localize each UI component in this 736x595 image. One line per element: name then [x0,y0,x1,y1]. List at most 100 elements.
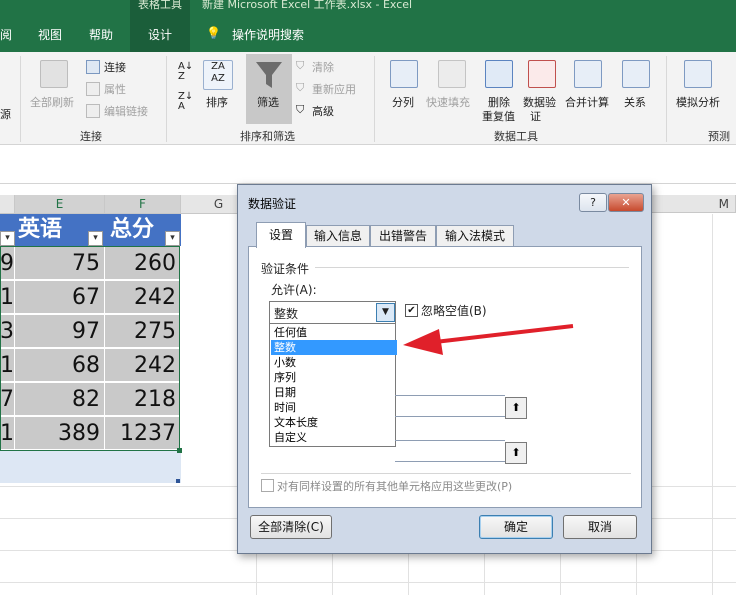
consolidate-button[interactable]: 合并计算 [565,94,609,110]
tab-ime-mode[interactable]: 输入法模式 [436,225,514,247]
filter-dropdown-icon[interactable]: ▾ [165,231,180,246]
settings-panel: 验证条件 允许(A): 整数 ▼ ✔ 忽略空值(B) 任何值 整数 小数 序列 … [248,246,642,508]
remove-duplicates-icon [485,60,513,88]
list-item[interactable]: 小数 [271,355,397,370]
allow-select[interactable]: 整数 ▼ [269,301,396,324]
data-validation-dialog: 数据验证 ? ✕ 设置 输入信息 出错警告 输入法模式 验证条件 允许(A): … [237,184,652,554]
refresh-all-button[interactable]: 全部刷新 [30,94,74,110]
consolidate-icon [574,60,602,88]
tab-settings[interactable]: 设置 [256,222,306,248]
cancel-button[interactable]: 取消 [563,515,637,539]
connections-icon [86,60,100,74]
ignore-blank-label: 忽略空值(B) [421,304,487,318]
what-if-analysis-button[interactable]: 模拟分析 [676,94,720,110]
connections-button[interactable]: 连接 [104,59,126,75]
group-label-forecast: 预测 [708,130,730,143]
range-field-edge [395,461,505,462]
filter-dropdown-icon[interactable]: ▾ [0,231,15,246]
ribbon-separator [666,56,667,142]
edit-links-button[interactable]: 编辑链接 [104,103,148,119]
text-to-columns-icon [390,60,418,88]
ribbon: 源 全部刷新 连接 属性 编辑链接 连接 A↓ Z Z↓ A ZA AZ 排序 筛选 … [0,52,736,145]
lightbulb-icon: 💡 [206,26,221,40]
tab-help[interactable]: 帮助 [89,26,113,46]
collapse-range-icon[interactable]: ⬆ [505,397,527,419]
tab-view[interactable]: 视图 [38,26,62,46]
fill-handle[interactable] [177,448,182,453]
range-field-edge [395,416,505,417]
ribbon-truncated-label: 源 [0,108,11,121]
selection-outline [0,246,180,451]
grid-line [712,214,713,595]
data-validation-line2[interactable]: 证 [530,108,541,124]
dialog-title: 数据验证 [248,197,297,211]
column-header-f[interactable]: F [105,195,181,214]
tell-me-search[interactable]: 操作说明搜索 [232,26,304,46]
column-header-e[interactable]: E [15,195,105,214]
relationships-icon [622,60,650,88]
ok-button[interactable]: 确定 [479,515,553,539]
relationships-button[interactable]: 关系 [624,94,646,110]
tab-review[interactable]: 阅 [0,26,12,46]
group-label-sort-filter: 排序和筛选 [240,130,295,143]
close-button[interactable]: ✕ [608,193,644,212]
ribbon-separator [374,56,375,142]
allow-label: 允许(A): [271,283,317,297]
reapply-icon: ⛉ [296,81,305,94]
ribbon-separator [166,56,167,142]
filter-funnel-icon [256,62,282,88]
ribbon-separator [20,56,21,142]
range-field-edge [395,395,505,396]
tab-error-alert[interactable]: 出错警告 [370,225,436,247]
column-header-d[interactable] [0,195,15,214]
formula-bar-area [0,145,736,184]
list-item[interactable]: 任何值 [271,325,397,340]
document-title: 新建 Microsoft Excel 工作表.xlsx - Excel [202,0,413,11]
tab-input-message[interactable]: 输入信息 [306,225,370,247]
refresh-all-icon [40,60,68,88]
help-button[interactable]: ? [579,193,607,212]
range-field-edge [395,440,505,441]
advanced-filter-button[interactable]: 高级 [312,103,334,119]
allow-select-value: 整数 [274,307,299,321]
panel-divider [261,473,631,474]
what-if-icon [684,60,712,88]
header-total: 总分 [110,217,155,242]
sort-za-icon[interactable]: Z↓ A [178,92,193,112]
grid-line [0,582,736,583]
table-total-row[interactable] [0,451,181,483]
properties-button[interactable]: 属性 [104,81,126,97]
reapply-button[interactable]: 重新应用 [312,81,356,97]
edit-links-icon [86,104,100,118]
table-resize-handle[interactable] [176,479,180,483]
data-validation-icon [528,60,556,88]
list-item[interactable]: 日期 [271,385,397,400]
tab-design[interactable]: 设计 [148,26,172,46]
ignore-blank-checkbox[interactable]: ✔ [405,304,418,317]
flash-fill-icon [438,60,466,88]
sort-button[interactable]: 排序 [206,94,228,110]
filter-dropdown-icon[interactable]: ▾ [88,231,103,246]
clear-filter-icon: ⛉ [296,59,305,72]
filter-button[interactable]: 筛选 [257,94,279,110]
sort-az-icon[interactable]: A↓ Z [178,62,193,82]
properties-icon [86,82,100,96]
chevron-down-icon[interactable]: ▼ [376,303,395,322]
flash-fill-button[interactable]: 快速填充 [426,94,470,110]
list-item[interactable]: 文本长度 [271,415,397,430]
allow-dropdown-list: 任何值 整数 小数 序列 日期 时间 文本长度 自定义 [269,323,397,447]
text-to-columns-button[interactable]: 分列 [392,94,414,110]
list-item[interactable]: 自定义 [271,430,397,445]
clear-filter-button[interactable]: 清除 [312,59,334,75]
apply-all-checkbox[interactable] [261,479,274,492]
red-arrow-annotation [403,324,574,355]
clear-all-button[interactable]: 全部清除(C) [250,515,332,539]
context-title: 表格工具 [138,0,182,11]
list-item[interactable]: 序列 [271,370,397,385]
group-label-data-tools: 数据工具 [494,130,538,143]
remove-duplicates-line2[interactable]: 重复值 [482,108,515,124]
list-item[interactable]: 时间 [271,400,397,415]
list-item-selected[interactable]: 整数 [271,340,397,355]
collapse-range-icon[interactable]: ⬆ [505,442,527,464]
apply-all-label: 对有同样设置的所有其他单元格应用这些更改(P) [277,480,513,493]
